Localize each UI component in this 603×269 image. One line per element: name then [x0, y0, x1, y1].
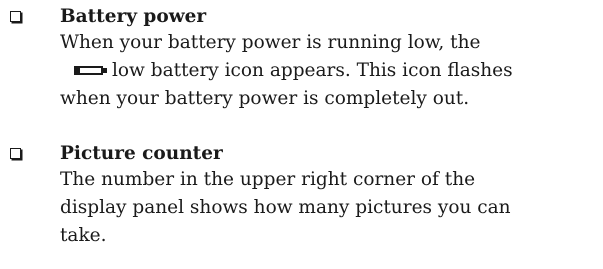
checkbox-icon [10, 11, 21, 22]
low-battery-icon [74, 66, 108, 75]
item-heading: Battery power [60, 6, 207, 27]
description-text: low battery icon appears. This icon flas… [112, 60, 513, 81]
description-line: The number in the upper right corner of … [60, 169, 476, 190]
description-line: take. [60, 225, 107, 246]
item-heading: Picture counter [60, 143, 223, 164]
description-line: When your battery power is running low, … [60, 32, 481, 53]
checkbox-icon [10, 148, 21, 159]
document-page: Battery power When your battery power is… [0, 0, 603, 269]
description-line: when your battery power is completely ou… [60, 88, 470, 109]
description-line-with-icon: low battery icon appears. This icon flas… [60, 57, 600, 85]
item-description: When your battery power is running low, … [60, 29, 600, 113]
description-line: display panel shows how many pictures yo… [60, 197, 511, 218]
item-description: The number in the upper right corner of … [60, 166, 600, 250]
